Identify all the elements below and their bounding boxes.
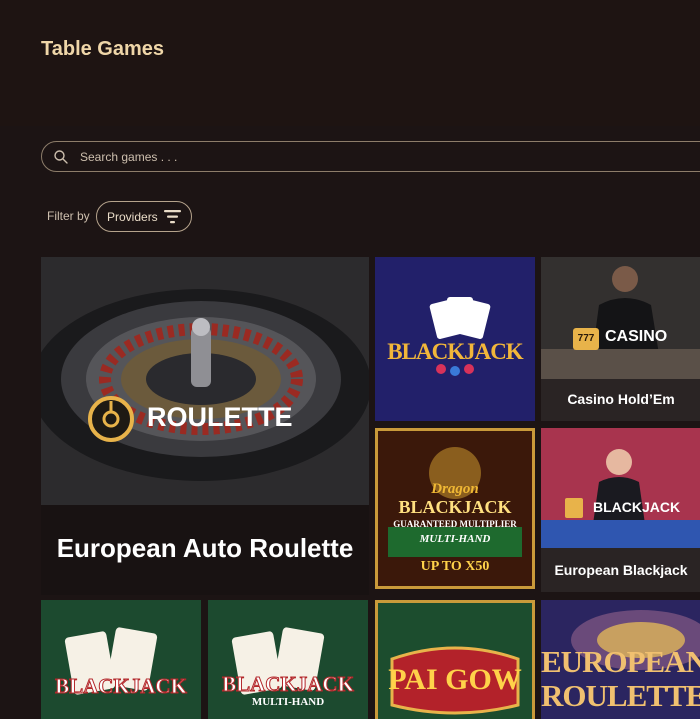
multi-hand-text: MULTI-HAND (419, 533, 491, 545)
search-input[interactable] (80, 148, 680, 166)
playing-cards-image (41, 600, 201, 719)
page-title: Table Games (41, 38, 165, 60)
game-tile-blackjack[interactable]: BLACKJACK (375, 257, 535, 421)
pai-gow-banner-image (378, 603, 532, 719)
game-title: Casino Hold’Em (567, 391, 675, 407)
game-tile-blackjack-multi-hand[interactable]: BLACKJACK MULTI-HAND (208, 600, 368, 719)
page-header: Table Games (0, 0, 700, 126)
game-tile-european-roulette[interactable]: EUROPEAN ROULETTE (541, 600, 700, 719)
roulette-art-text: ROULETTE (147, 402, 293, 432)
roulette-logo-icon (88, 396, 134, 442)
game-tile-pai-gow[interactable]: PAI GOW (375, 600, 535, 719)
search-bar[interactable] (41, 141, 700, 172)
game-tile-european-auto-roulette[interactable]: ROULETTE European Auto Roulette (41, 257, 369, 595)
game-title: European Auto Roulette (56, 533, 354, 563)
multi-hand-art-text: MULTI-HAND (251, 696, 325, 708)
european-art-text: EUROPEAN (541, 644, 700, 679)
search-icon (54, 150, 68, 164)
game-tile-blackjack-classic[interactable]: BLACKJACK (41, 600, 201, 719)
game-tile-european-blackjack[interactable]: BLACKJACK European Blackjack (541, 428, 700, 592)
casino-badge-icon: 777 (573, 328, 599, 350)
game-tile-casino-holdem[interactable]: 777 CASINO Casino Hold’Em (541, 257, 700, 421)
up-to-text: UP TO X50 (420, 559, 490, 574)
dealer-image (541, 428, 700, 548)
game-tile-dragon-blackjack[interactable]: Dragon BLACKJACK GUARANTEED MULTIPLIER M… (375, 428, 535, 589)
dragon-art-text: Dragon (431, 481, 479, 497)
casino-art-text: CASINO (605, 328, 668, 345)
filter-icon (164, 210, 181, 224)
providers-filter-button[interactable]: Providers (96, 201, 192, 232)
european-blackjack-art-text: BLACKJACK (593, 499, 681, 515)
roulette-wheel-image (41, 257, 369, 505)
blackjack-green-art-text: BLACKJACK (55, 674, 188, 699)
filter-label: Filter by (47, 209, 90, 223)
blackjack-art-text: BLACKJACK (387, 339, 523, 364)
multiplier-text: GUARANTEED MULTIPLIER (393, 519, 517, 529)
game-title: European Blackjack (554, 562, 688, 578)
blackjack-badge-icon (565, 498, 583, 518)
dragon-blackjack-text: BLACKJACK (398, 497, 512, 517)
roulette-art-text-2: ROULETTE (541, 678, 700, 713)
pai-gow-art-text: PAI GOW (388, 663, 522, 696)
providers-label: Providers (107, 210, 158, 224)
dealer-image (541, 257, 700, 379)
blackjack-multi-art-text: BLACKJACK (222, 672, 355, 697)
